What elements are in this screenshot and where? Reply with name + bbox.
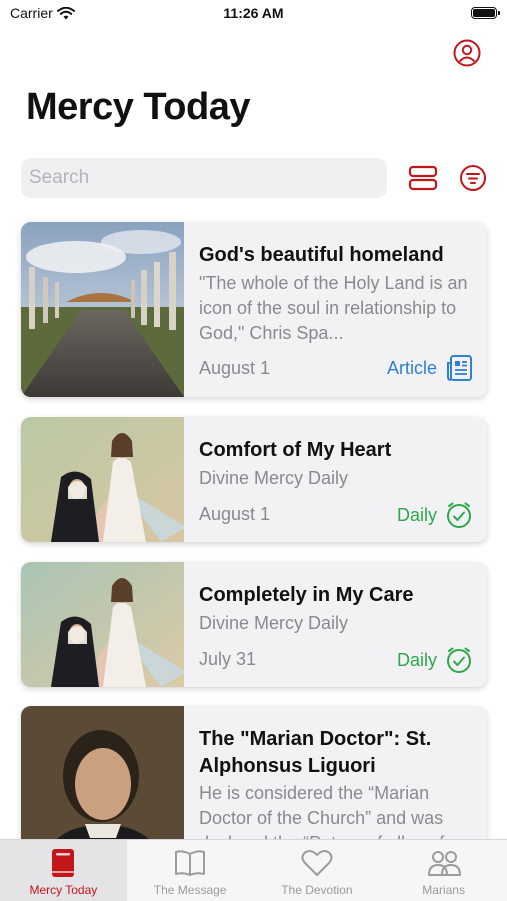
card-excerpt: "The whole of the Holy Land is an icon o…	[199, 273, 468, 343]
clock-check-icon	[447, 647, 471, 673]
tab-label: The Message	[153, 883, 227, 897]
page-title: Mercy Today	[26, 86, 250, 128]
search-placeholder: Search	[29, 167, 90, 188]
card-date: August 1	[199, 358, 271, 378]
tab-the-devotion[interactable]: The Devotion	[254, 840, 381, 901]
search-input[interactable]: Search	[21, 158, 387, 198]
card-title: Completely in My Care	[199, 584, 414, 606]
card-date: August 1	[199, 504, 271, 524]
profile-icon[interactable]	[453, 39, 481, 67]
divine-mercy-image	[21, 417, 184, 542]
daily-card[interactable]: Comfort of My Heart Divine Mercy Daily A…	[21, 417, 487, 542]
card-subtitle: Divine Mercy Daily	[199, 613, 349, 633]
filter-icon[interactable]	[459, 164, 487, 192]
card-type-badge: Daily	[397, 646, 473, 674]
tab-label: The Devotion	[281, 883, 353, 897]
card-date: July 31	[199, 649, 257, 669]
divine-mercy-image	[21, 562, 184, 687]
tab-label: Marians	[422, 883, 465, 897]
card-title: The "Marian Doctor": St. Alphonsus Liguo…	[199, 728, 432, 777]
card-type-label: Daily	[396, 649, 437, 670]
tab-marians[interactable]: Marians	[380, 840, 507, 901]
tab-mercy-today[interactable]: Mercy Today	[0, 840, 127, 901]
battery-icon	[471, 7, 500, 19]
card-type-label: Article	[386, 357, 437, 378]
clock-check-icon	[447, 502, 471, 528]
people-icon	[427, 851, 461, 876]
layout-toggle-icon[interactable]	[408, 163, 438, 193]
card-title: Comfort of My Heart	[199, 439, 392, 461]
article-card[interactable]: God's beautiful homeland "The whole of t…	[21, 222, 487, 397]
tab-label: Mercy Today	[29, 883, 98, 897]
card-type-label: Daily	[396, 504, 437, 525]
tab-the-message[interactable]: The Message	[127, 840, 254, 901]
card-title: God's beautiful homeland	[199, 244, 444, 266]
card-type-badge: Article	[387, 354, 473, 382]
book-bookmark-icon	[52, 849, 75, 877]
newspaper-icon	[447, 355, 472, 381]
heart-icon	[301, 849, 333, 876]
status-bar: Carrier 11:26 AM	[0, 0, 507, 30]
status-time: 11:26 AM	[223, 5, 284, 21]
daily-card[interactable]: Completely in My Care Divine Mercy Daily…	[21, 562, 487, 687]
holy-land-ruins-image	[21, 222, 184, 397]
open-book-icon	[175, 850, 206, 876]
tab-bar: Mercy Today The Message The Devotion Mar…	[0, 839, 507, 901]
card-subtitle: Divine Mercy Daily	[199, 468, 349, 488]
card-type-badge: Daily	[397, 501, 473, 529]
